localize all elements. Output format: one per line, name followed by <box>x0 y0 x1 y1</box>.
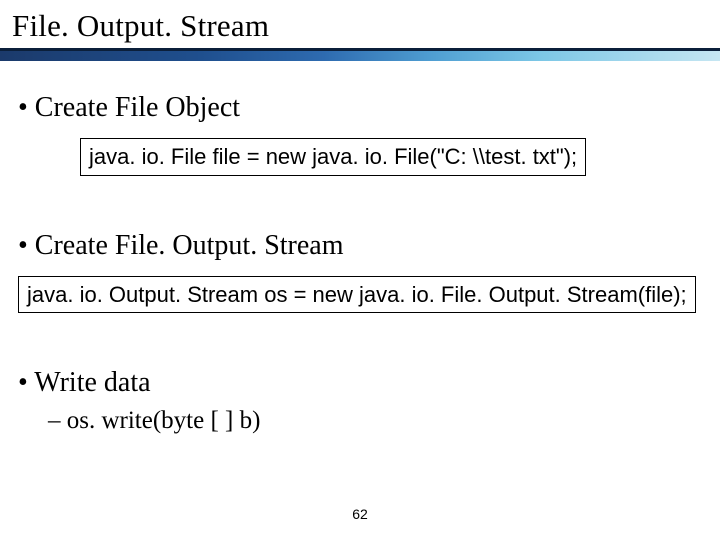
bullet-create-output-stream: • Create File. Output. Stream <box>18 230 702 262</box>
slide: File. Output. Stream • Create File Objec… <box>0 0 720 540</box>
page-number: 62 <box>0 506 720 522</box>
bullet-create-file-object: • Create File Object <box>18 92 702 124</box>
bullet-write-data: • Write data <box>18 367 702 399</box>
content-area: • Create File Object java. io. File file… <box>18 72 702 435</box>
codebox-output-stream: java. io. Output. Stream os = new java. … <box>18 276 696 314</box>
subbullet-os-write: – os. write(byte [ ] b) <box>48 407 702 435</box>
title-underline-gradient <box>0 51 720 61</box>
codebox-file-object: java. io. File file = new java. io. File… <box>80 138 586 176</box>
slide-title: File. Output. Stream <box>12 8 269 44</box>
